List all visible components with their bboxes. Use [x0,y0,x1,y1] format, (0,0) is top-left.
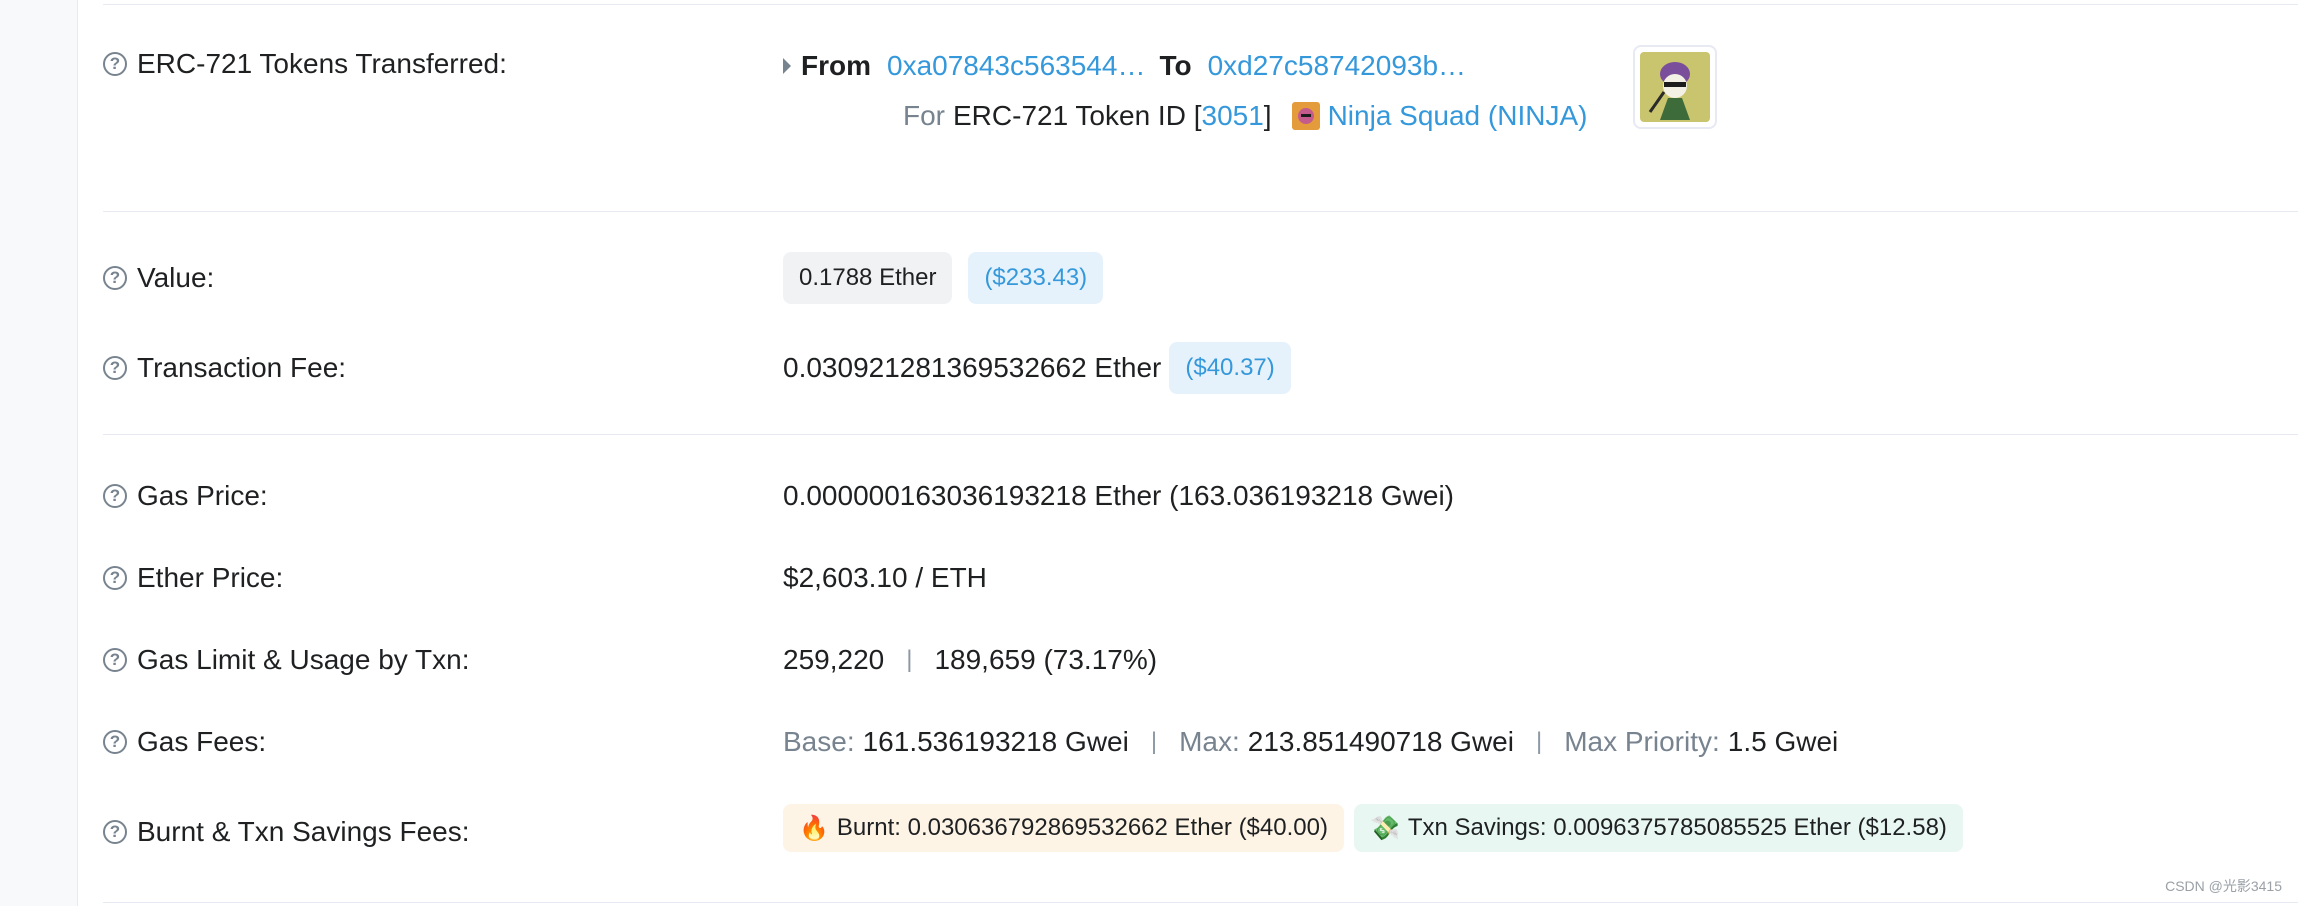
ninja-squad-icon [1291,102,1320,130]
help-icon[interactable]: ? [103,648,127,672]
gas-limit-value: 259,220 [783,644,885,675]
ether-price-value: $2,603.10 / ETH [783,562,987,593]
help-icon[interactable]: ? [103,356,127,380]
base-fee-label: Base: [783,726,855,757]
token-close: ] [1263,100,1272,131]
gas-limit-content: 259,220 | 189,659 (73.17%) [783,644,1157,676]
value-label: ? Value: [103,262,214,294]
divider [103,211,2298,212]
separator: | [1535,728,1543,755]
ether-price-label-text: Ether Price: [137,562,284,593]
burnt-text: Burnt: 0.030636792869532662 Ether ($40.0… [836,814,1328,841]
to-address-link[interactable]: 0xd27c58742093b… [1208,50,1466,82]
max-fee-value: 213.851490718 Gwei [1247,726,1514,757]
burnt-content: 🔥 Burnt: 0.030636792869532662 Ether ($40… [783,804,1963,852]
burnt-badge: 🔥 Burnt: 0.030636792869532662 Ether ($40… [783,804,1344,852]
from-address-link[interactable]: 0xa07843c563544… [887,50,1145,82]
fee-label: ? Transaction Fee: [103,352,346,384]
fire-icon: 🔥 [799,814,829,842]
divider [103,4,2298,5]
token-text: ERC-721 Token ID [ [953,100,1202,131]
separator: | [906,646,913,673]
to-label: To [1159,50,1192,81]
help-icon[interactable]: ? [103,730,127,754]
gas-fees-content: Base: 161.536193218 Gwei | Max: 213.8514… [783,726,1838,758]
erc721-label: ? ERC-721 Tokens Transferred: [103,48,507,80]
value-ether-badge: 0.1788 Ether [783,252,953,304]
money-wings-icon: 💸 [1369,814,1400,842]
fee-content: 0.030921281369532662 Ether ($40.37) [783,342,1291,394]
fee-label-text: Transaction Fee: [137,352,347,383]
gas-price-content: 0.000000163036193218 Ether (163.03619321… [783,480,1454,512]
from-label: From [801,50,871,81]
base-fee-value: 161.536193218 Gwei [862,726,1129,757]
ether-price-label: ? Ether Price: [103,562,283,594]
max-priority-value: 1.5 Gwei [1727,726,1839,757]
value-label-text: Value: [137,262,215,293]
token-id-link[interactable]: 3051 [1202,100,1264,132]
divider [103,902,2298,903]
burnt-label: ? Burnt & Txn Savings Fees: [103,816,470,848]
watermark: CSDN @光影3415 [2165,878,2282,894]
max-fee-label: Max: [1179,726,1240,757]
burnt-label-text: Burnt & Txn Savings Fees: [137,816,470,847]
erc721-transfer-line: From 0xa07843c563544… To 0xd27c58742093b… [783,50,1466,82]
erc721-token-line: For ERC-721 Token ID [ 3051 ] Ninja Squa… [903,100,1587,132]
collection-link[interactable]: Ninja Squad (NINJA) [1328,100,1588,132]
caret-right-icon[interactable] [783,58,791,74]
gas-price-label: ? Gas Price: [103,480,268,512]
value-content: 0.1788 Ether ($233.43) [783,252,1104,304]
gas-limit-label-text: Gas Limit & Usage by Txn: [137,644,470,675]
gas-limit-label: ? Gas Limit & Usage by Txn: [103,644,470,676]
ether-price-content: $2,603.10 / ETH [783,562,987,594]
separator: | [1150,728,1158,755]
help-icon[interactable]: ? [103,566,127,590]
erc721-label-text: ERC-721 Tokens Transferred: [137,48,507,79]
gas-price-value: 0.000000163036193218 Ether (163.03619321… [783,480,1455,511]
help-icon[interactable]: ? [103,820,127,844]
help-icon[interactable]: ? [103,266,127,290]
nft-thumbnail[interactable] [1633,45,1717,129]
divider [103,434,2298,435]
help-icon[interactable]: ? [103,484,127,508]
gas-fees-label: ? Gas Fees: [103,726,266,758]
value-usd-badge: ($233.43) [968,252,1104,304]
gas-usage-value: 189,659 (73.17%) [934,644,1158,675]
max-priority-label: Max Priority: [1564,726,1720,757]
for-label: For [903,100,945,131]
fee-ether-value: 0.030921281369532662 Ether [783,352,1162,383]
savings-text: Txn Savings: 0.0096375785085525 Ether ($… [1407,814,1947,841]
left-gutter [0,0,78,906]
gas-fees-label-text: Gas Fees: [137,726,267,757]
savings-badge: 💸 Txn Savings: 0.0096375785085525 Ether … [1353,804,1963,852]
gas-price-label-text: Gas Price: [137,480,268,511]
help-icon[interactable]: ? [103,52,127,76]
fee-usd-badge: ($40.37) [1169,342,1291,394]
